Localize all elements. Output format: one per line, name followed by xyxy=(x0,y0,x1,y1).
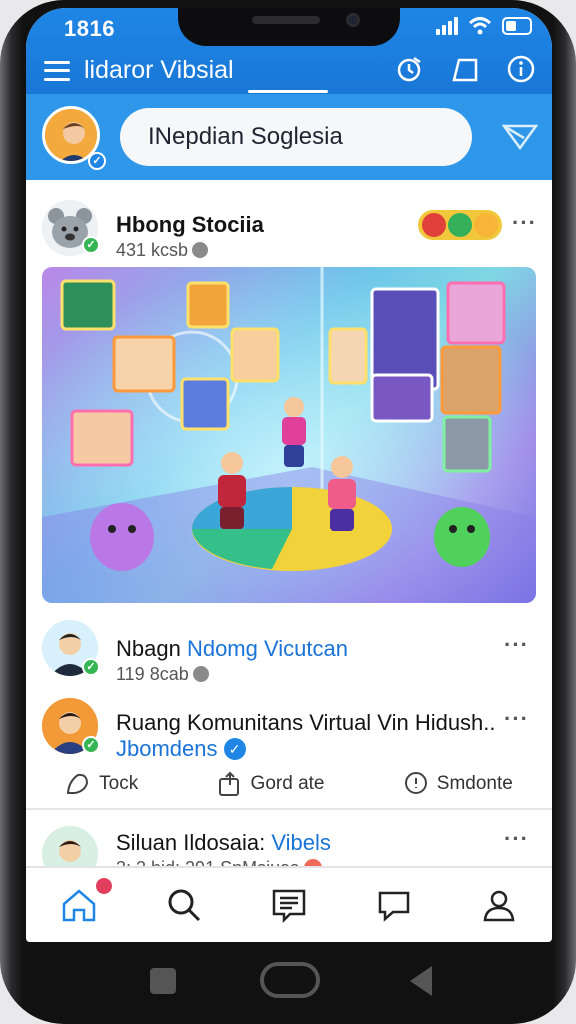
post-meta-text: 431 kcsb xyxy=(116,240,189,260)
post-meta: 431 kcsb xyxy=(116,240,209,261)
alarm-icon[interactable] xyxy=(394,54,424,84)
app-title: lidaror Vibsial xyxy=(84,56,234,84)
post-actions: Tock Gord ate Smdonte xyxy=(26,764,552,804)
camera-notch xyxy=(178,8,400,46)
share-label: Gord ate xyxy=(250,773,325,794)
battery-icon xyxy=(502,17,532,35)
more-options-icon[interactable]: ··· xyxy=(504,632,529,658)
info-icon[interactable] xyxy=(506,54,536,84)
status-time: 1816 xyxy=(64,16,115,41)
like-label: Tock xyxy=(99,773,139,794)
wifi-icon xyxy=(468,17,492,35)
home-button[interactable] xyxy=(260,962,320,998)
post-author-link[interactable]: Jbomdens ✓ xyxy=(116,736,246,762)
post-card: ✓ Ruang Komunitans Virtual Vin Hidush.. … xyxy=(26,684,552,808)
home-icon[interactable] xyxy=(60,886,98,924)
recent-apps-button[interactable] xyxy=(150,968,176,994)
feed-icon[interactable] xyxy=(270,886,308,924)
search-input[interactable]: INepdian Soglesia xyxy=(120,108,472,166)
notification-badge xyxy=(94,876,114,896)
speaker-grille xyxy=(252,16,320,24)
share-button[interactable]: Gord ate xyxy=(217,771,325,797)
angry-reaction-icon xyxy=(422,213,446,237)
back-button[interactable] xyxy=(410,966,432,996)
verified-badge: ✓ xyxy=(88,152,106,170)
comment-label: Smdonte xyxy=(436,773,513,794)
verified-icon: ✓ xyxy=(223,738,246,760)
app-bar-left: lidaror Vibsial xyxy=(44,56,234,85)
search-icon[interactable] xyxy=(165,886,203,924)
more-options-icon[interactable]: ··· xyxy=(512,210,537,236)
more-options-icon[interactable]: ··· xyxy=(504,706,529,732)
status-icons xyxy=(436,16,532,36)
post-author[interactable]: Hbong Stociia xyxy=(116,212,264,238)
post-author-link[interactable]: Ndomg Vicutcan xyxy=(187,636,348,661)
post-image[interactable] xyxy=(42,267,536,603)
post-author-name: Nbagn xyxy=(116,636,187,661)
post-card: ✓ Nbagn Ndomg Vicutcan 119 8cab ··· xyxy=(26,608,552,684)
app-bar-actions xyxy=(394,54,536,84)
more-options-icon[interactable]: ··· xyxy=(504,826,529,852)
verified-badge: ✓ xyxy=(82,658,100,676)
post-card: ✓ Hbong Stociia 431 kcsb ··· xyxy=(26,180,552,608)
check-reaction-icon xyxy=(448,213,472,237)
app-screen: 1816 lidaror Vibsial ✓ INepdian Soglesia… xyxy=(26,8,552,942)
system-navigation xyxy=(0,942,576,1024)
post-author-name: Siluan Ildosaia: xyxy=(116,830,272,855)
smile-reaction-icon xyxy=(474,213,498,237)
chat-icon[interactable] xyxy=(375,886,413,924)
comment-button[interactable]: Smdonte xyxy=(403,771,513,797)
like-button[interactable]: Tock xyxy=(65,771,138,797)
post-meta-text: 119 8cab xyxy=(116,664,189,684)
comment-icon xyxy=(404,772,427,794)
post-card: Siluan Ildosaia: Vibels 3; 2 hid; 291 Sn… xyxy=(26,810,552,882)
send-icon[interactable] xyxy=(502,122,538,152)
post-title[interactable]: Ruang Komunitans Virtual Vin Hidush.. xyxy=(116,710,496,736)
like-icon xyxy=(67,773,89,794)
share-icon xyxy=(218,771,239,796)
front-camera xyxy=(346,13,360,27)
post-meta: 119 8cab xyxy=(116,664,209,685)
audience-icon xyxy=(192,666,209,682)
post-author[interactable]: Nbagn Ndomg Vicutcan xyxy=(116,636,348,662)
post-author[interactable]: Siluan Ildosaia: Vibels xyxy=(116,830,331,856)
bookmark-icon[interactable] xyxy=(450,54,480,84)
post-author-link[interactable]: Vibels xyxy=(271,830,331,855)
tab-indicator xyxy=(248,90,328,93)
reaction-summary[interactable] xyxy=(418,210,502,240)
audience-icon xyxy=(192,242,209,258)
verified-badge: ✓ xyxy=(82,236,100,254)
profile-icon[interactable] xyxy=(480,886,518,924)
search-row: ✓ INepdian Soglesia xyxy=(26,94,552,180)
post-author-link-text: Jbomdens xyxy=(116,736,218,761)
menu-icon[interactable] xyxy=(44,60,70,81)
bottom-navigation xyxy=(26,866,552,942)
verified-badge: ✓ xyxy=(82,736,100,754)
signal-icon xyxy=(436,17,458,35)
